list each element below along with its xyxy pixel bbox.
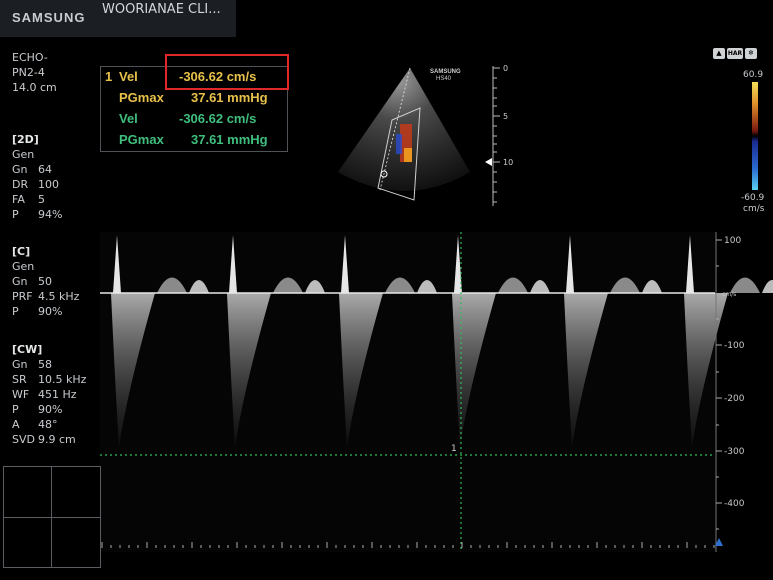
device-label-2: HS40 xyxy=(436,76,452,82)
vel-value-2: -306.62 cm/s xyxy=(179,111,257,126)
pgmax-label-2: PGmax xyxy=(119,132,164,147)
atrial-flow xyxy=(762,280,773,293)
velocity-ticks xyxy=(716,239,722,530)
brand-logo: SAMSUNG xyxy=(12,10,86,25)
color-flow-yellow xyxy=(404,148,412,162)
tick-label-neg100: -100 xyxy=(724,341,745,351)
param-line: Gen xyxy=(12,148,35,161)
color-scale-unit: cm/s xyxy=(743,204,765,214)
device-label-1: SAMSUNG xyxy=(430,69,461,75)
cursor-label: 1 xyxy=(451,444,457,454)
depth-label-10: 10 xyxy=(503,158,513,167)
color-scale: 60.9 -60.9 cm/s xyxy=(735,70,773,220)
depth-label-0: 0 xyxy=(503,64,508,73)
depth-value: 14.0 cm xyxy=(12,81,57,94)
trace-thumbnail[interactable] xyxy=(3,466,101,568)
unit-label: cm/s xyxy=(722,291,736,298)
freeze-icon: ❄ xyxy=(745,48,757,59)
vel-label: Vel xyxy=(119,69,138,84)
pgmax-value-2: 37.61 mmHg xyxy=(191,132,268,147)
clinic-name: WOORIANAE CLI... xyxy=(102,2,221,17)
color-bar xyxy=(752,82,758,190)
vel-label-2: Vel xyxy=(119,111,138,126)
param-line: FA 5 xyxy=(12,193,45,206)
tick-label-neg400: -400 xyxy=(724,499,745,509)
color-scale-min: -60.9 xyxy=(741,193,765,203)
spectral-doppler: 1 100 cm/s -100 -200 -300 -400 xyxy=(100,232,773,552)
preset-label: ECHO- xyxy=(12,51,48,64)
pgmax-value: 37.61 mmHg xyxy=(191,90,268,105)
param-line: Gn 64 xyxy=(12,163,52,176)
focus-marker-icon xyxy=(485,158,492,166)
depth-ticks xyxy=(493,67,500,203)
tick-label-neg300: -300 xyxy=(724,447,745,457)
pgmax-label: PGmax xyxy=(119,90,164,105)
color-flow-blue xyxy=(396,134,402,154)
probe-info: ECHO- PN2-4 14.0 cm xyxy=(12,50,57,95)
sector-image: SAMSUNG HS40 0 5 10 xyxy=(338,64,513,206)
status-icons: ▲ HAR ❄ xyxy=(713,40,759,59)
param-line: DR 100 xyxy=(12,178,59,191)
depth-label-5: 5 xyxy=(503,112,508,121)
params-2d: [2D] Gen Gn 64 DR 100 FA 5 P 94% xyxy=(12,132,62,222)
measurement-index: 1 xyxy=(105,69,113,84)
mode-2d-title: [2D] xyxy=(12,133,39,146)
highlight-box xyxy=(165,54,289,90)
param-line: P 94% xyxy=(12,208,63,221)
tick-label-100: 100 xyxy=(724,236,741,246)
har-icon: HAR xyxy=(727,48,743,59)
tick-label-neg200: -200 xyxy=(724,394,745,404)
probe-name: PN2-4 xyxy=(12,66,45,79)
patient-icon: ▲ xyxy=(713,48,725,59)
color-scale-max: 60.9 xyxy=(743,70,764,80)
